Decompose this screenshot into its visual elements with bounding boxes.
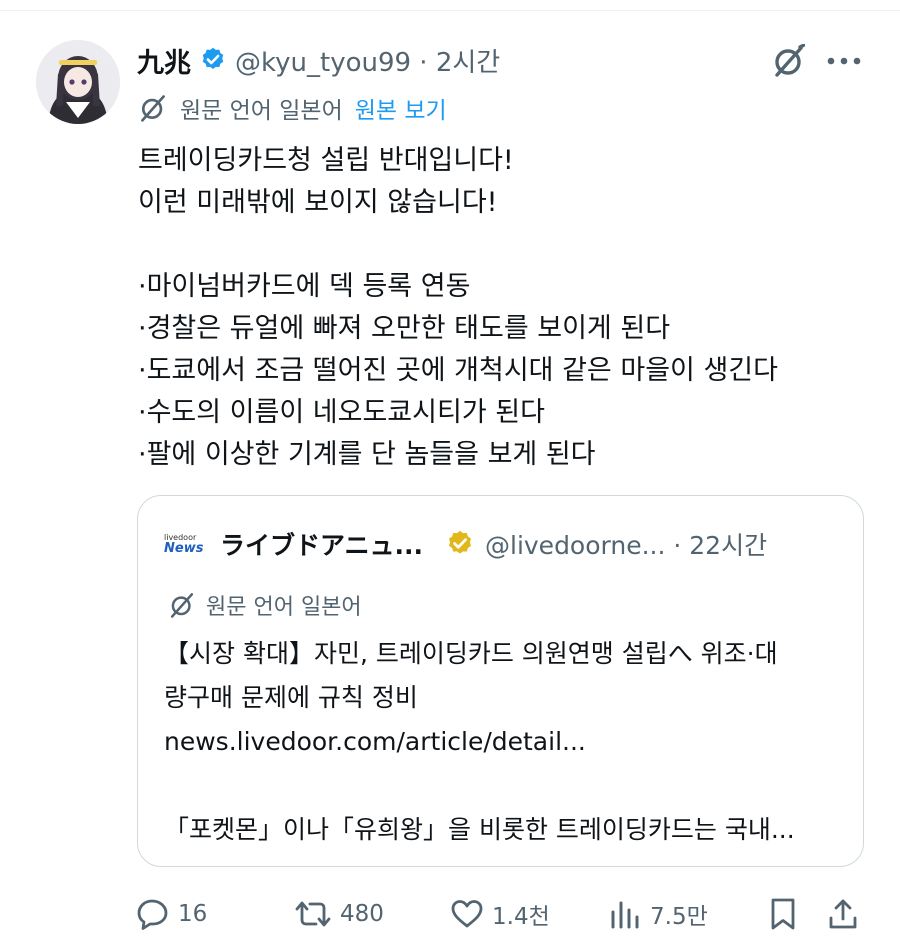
like-button[interactable]: 1.4천 [450,892,550,936]
tweet-header: 九兆 @kyu_tyou99 · 2시간 [137,40,500,80]
share-icon [828,897,858,931]
translation-notice: 원문 언어 일본어 원본 보기 [138,92,447,124]
quoted-author-handle-time[interactable]: @livedoorne... · 22시간 [485,526,767,562]
quoted-line: 량구매 문제에 규칙 정비 [164,683,418,712]
retweet-button[interactable]: 480 [294,892,384,936]
reply-button[interactable]: 16 [136,892,207,936]
verified-badge-icon[interactable] [199,46,227,74]
author-handle-time[interactable]: @kyu_tyou99 · 2시간 [235,42,500,79]
quoted-translation-notice: 원문 언어 일본어 [168,590,362,620]
quoted-tweet-card[interactable]: livedoor News ライブドアニュ... @livedoorne... … [137,495,864,867]
quoted-author-logo[interactable]: livedoor News [164,526,210,562]
quoted-line-blank [164,764,854,808]
top-divider [0,10,900,11]
views-button[interactable]: 7.5만 [608,892,708,936]
quoted-line: 「포켓몬」이나「유희왕」을 비롯한 트레이딩카드는 국내... [164,815,795,844]
more-icon[interactable] [824,46,864,76]
view-count: 7.5만 [650,904,708,930]
tweet-line: ·도쿄에서 조금 떨어진 곳에 개척시대 같은 마을이 생긴다 [138,355,778,386]
avatar[interactable] [36,40,120,124]
grok-icon[interactable] [772,42,806,80]
bookmark-button[interactable] [768,892,798,936]
reply-count: 16 [178,901,208,927]
share-button[interactable] [828,892,858,936]
quoted-tweet-header: livedoor News ライブドアニュ... @livedoorne... … [164,526,767,562]
author-name[interactable]: 九兆 [137,41,191,80]
tweet-text: 트레이딩카드청 설립 반대입니다! 이런 미래밖에 보이지 않습니다! ·마이넘… [138,140,868,476]
gold-verified-badge-icon[interactable] [445,529,475,559]
tweet-line: ·경찰은 듀얼에 빠져 오만한 태도를 보이게 된다 [138,313,671,344]
quoted-author-name[interactable]: ライブドアニュ... [220,526,423,562]
quoted-translation-label: 원문 언어 일본어 [206,595,362,620]
tweet-line: ·마이넘버카드에 덱 등록 연동 [138,271,471,302]
translation-label: 원문 언어 일본어 [180,98,343,124]
bookmark-icon [768,897,798,931]
quoted-link[interactable]: news.livedoor.com/article/detail... [164,720,854,764]
quoted-line: 【시장 확대】자민, 트레이딩카드 의원연맹 설립へ 위조·대 [164,639,778,668]
quoted-tweet-text: 【시장 확대】자민, 트레이딩카드 의원연맹 설립へ 위조·대 량구매 문제에 … [164,632,854,852]
action-bar: 16 480 1.4천 7.5만 [0,892,900,936]
reply-icon [136,898,170,930]
tweet-line: ·수도의 이름이 네오도쿄시티가 된다 [138,397,545,428]
retweet-count: 480 [340,901,384,927]
translate-icon [138,93,168,123]
tweet-line: 트레이딩카드청 설립 반대입니다! [138,145,514,176]
like-icon [450,898,484,930]
translate-icon [168,591,196,619]
view-original-link[interactable]: 원본 보기 [355,91,447,125]
tweet-line: 이런 미래밖에 보이지 않습니다! [138,187,498,218]
retweet-icon [294,898,332,930]
like-count: 1.4천 [492,904,550,930]
logo-main-text: News [164,540,204,556]
views-icon [608,898,642,930]
tweet-line: ·팔에 이상한 기계를 단 놈들을 보게 된다 [138,439,596,470]
